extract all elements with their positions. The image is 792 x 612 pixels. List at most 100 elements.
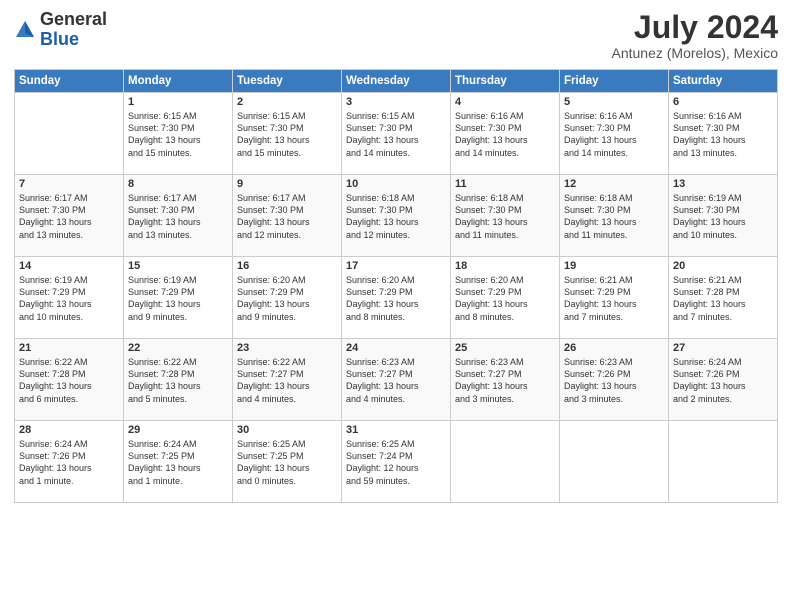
- day-info: Sunrise: 6:18 AM Sunset: 7:30 PM Dayligh…: [564, 192, 664, 241]
- col-header-sunday: Sunday: [15, 70, 124, 93]
- title-block: July 2024 Antunez (Morelos), Mexico: [611, 10, 778, 61]
- day-info: Sunrise: 6:17 AM Sunset: 7:30 PM Dayligh…: [19, 192, 119, 241]
- day-number: 31: [346, 424, 446, 436]
- week-row-5: 28 Sunrise: 6:24 AM Sunset: 7:26 PM Dayli…: [15, 421, 778, 503]
- day-number: 5: [564, 96, 664, 108]
- day-cell: 15 Sunrise: 6:19 AM Sunset: 7:29 PM Dayli…: [124, 257, 233, 339]
- day-cell: 8 Sunrise: 6:17 AM Sunset: 7:30 PM Daylig…: [124, 175, 233, 257]
- day-cell: 1Sunrise: 6:15 AM Sunset: 7:30 PM Daylig…: [124, 93, 233, 175]
- day-cell: 31 Sunrise: 6:25 AM Sunset: 7:24 PM Dayli…: [342, 421, 451, 503]
- day-cell: 13 Sunrise: 6:19 AM Sunset: 7:30 PM Dayli…: [669, 175, 778, 257]
- day-info: Sunrise: 6:15 AM Sunset: 7:30 PM Dayligh…: [128, 110, 228, 159]
- day-info: Sunrise: 6:19 AM Sunset: 7:29 PM Dayligh…: [128, 274, 228, 323]
- day-cell: 21 Sunrise: 6:22 AM Sunset: 7:28 PM Dayli…: [15, 339, 124, 421]
- day-cell: 23 Sunrise: 6:22 AM Sunset: 7:27 PM Dayli…: [233, 339, 342, 421]
- day-cell: [451, 421, 560, 503]
- day-cell: 7 Sunrise: 6:17 AM Sunset: 7:30 PM Daylig…: [15, 175, 124, 257]
- day-number: 6: [673, 96, 773, 108]
- day-number: 15: [128, 260, 228, 272]
- day-number: 22: [128, 342, 228, 354]
- day-cell: 27 Sunrise: 6:24 AM Sunset: 7:26 PM Dayli…: [669, 339, 778, 421]
- day-info: Sunrise: 6:24 AM Sunset: 7:25 PM Dayligh…: [128, 438, 228, 487]
- day-cell: 29 Sunrise: 6:24 AM Sunset: 7:25 PM Dayli…: [124, 421, 233, 503]
- day-info: Sunrise: 6:20 AM Sunset: 7:29 PM Dayligh…: [237, 274, 337, 323]
- day-info: Sunrise: 6:22 AM Sunset: 7:27 PM Dayligh…: [237, 356, 337, 405]
- logo-icon: [14, 19, 36, 41]
- col-header-monday: Monday: [124, 70, 233, 93]
- day-cell: 6Sunrise: 6:16 AM Sunset: 7:30 PM Daylig…: [669, 93, 778, 175]
- calendar-subtitle: Antunez (Morelos), Mexico: [611, 45, 778, 61]
- calendar-table: SundayMondayTuesdayWednesdayThursdayFrid…: [14, 69, 778, 503]
- logo: General Blue: [14, 10, 107, 50]
- day-info: Sunrise: 6:24 AM Sunset: 7:26 PM Dayligh…: [19, 438, 119, 487]
- day-cell: 19 Sunrise: 6:21 AM Sunset: 7:29 PM Dayli…: [560, 257, 669, 339]
- day-cell: 17Sunrise: 6:20 AM Sunset: 7:29 PM Dayli…: [342, 257, 451, 339]
- day-number: 29: [128, 424, 228, 436]
- day-number: 26: [564, 342, 664, 354]
- col-header-tuesday: Tuesday: [233, 70, 342, 93]
- day-info: Sunrise: 6:25 AM Sunset: 7:25 PM Dayligh…: [237, 438, 337, 487]
- day-info: Sunrise: 6:23 AM Sunset: 7:26 PM Dayligh…: [564, 356, 664, 405]
- day-number: 13: [673, 178, 773, 190]
- day-cell: 22 Sunrise: 6:22 AM Sunset: 7:28 PM Dayli…: [124, 339, 233, 421]
- day-cell: 11 Sunrise: 6:18 AM Sunset: 7:30 PM Dayli…: [451, 175, 560, 257]
- day-number: 14: [19, 260, 119, 272]
- day-info: Sunrise: 6:19 AM Sunset: 7:30 PM Dayligh…: [673, 192, 773, 241]
- header: General Blue July 2024 Antunez (Morelos)…: [14, 10, 778, 61]
- week-row-3: 14 Sunrise: 6:19 AM Sunset: 7:29 PM Dayli…: [15, 257, 778, 339]
- day-info: Sunrise: 6:15 AM Sunset: 7:30 PM Dayligh…: [346, 110, 446, 159]
- day-info: Sunrise: 6:17 AM Sunset: 7:30 PM Dayligh…: [128, 192, 228, 241]
- day-info: Sunrise: 6:22 AM Sunset: 7:28 PM Dayligh…: [19, 356, 119, 405]
- day-info: Sunrise: 6:22 AM Sunset: 7:28 PM Dayligh…: [128, 356, 228, 405]
- calendar-title: July 2024: [611, 10, 778, 45]
- col-header-saturday: Saturday: [669, 70, 778, 93]
- day-cell: 10Sunrise: 6:18 AM Sunset: 7:30 PM Dayli…: [342, 175, 451, 257]
- day-info: Sunrise: 6:21 AM Sunset: 7:28 PM Dayligh…: [673, 274, 773, 323]
- day-info: Sunrise: 6:23 AM Sunset: 7:27 PM Dayligh…: [455, 356, 555, 405]
- day-cell: 20Sunrise: 6:21 AM Sunset: 7:28 PM Dayli…: [669, 257, 778, 339]
- header-row: SundayMondayTuesdayWednesdayThursdayFrid…: [15, 70, 778, 93]
- week-row-2: 7 Sunrise: 6:17 AM Sunset: 7:30 PM Daylig…: [15, 175, 778, 257]
- day-number: 27: [673, 342, 773, 354]
- day-number: 12: [564, 178, 664, 190]
- day-number: 30: [237, 424, 337, 436]
- day-cell: [669, 421, 778, 503]
- day-cell: 4Sunrise: 6:16 AM Sunset: 7:30 PM Daylig…: [451, 93, 560, 175]
- day-number: 8: [128, 178, 228, 190]
- day-cell: 2Sunrise: 6:15 AM Sunset: 7:30 PM Daylig…: [233, 93, 342, 175]
- day-cell: 3 Sunrise: 6:15 AM Sunset: 7:30 PM Daylig…: [342, 93, 451, 175]
- day-cell: 14Sunrise: 6:19 AM Sunset: 7:29 PM Dayli…: [15, 257, 124, 339]
- day-number: 11: [455, 178, 555, 190]
- col-header-thursday: Thursday: [451, 70, 560, 93]
- day-cell: 18Sunrise: 6:20 AM Sunset: 7:29 PM Dayli…: [451, 257, 560, 339]
- day-info: Sunrise: 6:18 AM Sunset: 7:30 PM Dayligh…: [455, 192, 555, 241]
- logo-text: General Blue: [40, 10, 107, 50]
- day-info: Sunrise: 6:21 AM Sunset: 7:29 PM Dayligh…: [564, 274, 664, 323]
- col-header-friday: Friday: [560, 70, 669, 93]
- col-header-wednesday: Wednesday: [342, 70, 451, 93]
- day-info: Sunrise: 6:25 AM Sunset: 7:24 PM Dayligh…: [346, 438, 446, 487]
- day-info: Sunrise: 6:16 AM Sunset: 7:30 PM Dayligh…: [455, 110, 555, 159]
- day-cell: 24Sunrise: 6:23 AM Sunset: 7:27 PM Dayli…: [342, 339, 451, 421]
- day-info: Sunrise: 6:17 AM Sunset: 7:30 PM Dayligh…: [237, 192, 337, 241]
- day-cell: 5Sunrise: 6:16 AM Sunset: 7:30 PM Daylig…: [560, 93, 669, 175]
- day-number: 21: [19, 342, 119, 354]
- day-number: 23: [237, 342, 337, 354]
- day-number: 28: [19, 424, 119, 436]
- day-cell: 9 Sunrise: 6:17 AM Sunset: 7:30 PM Daylig…: [233, 175, 342, 257]
- day-info: Sunrise: 6:20 AM Sunset: 7:29 PM Dayligh…: [455, 274, 555, 323]
- day-cell: [560, 421, 669, 503]
- day-info: Sunrise: 6:24 AM Sunset: 7:26 PM Dayligh…: [673, 356, 773, 405]
- page: General Blue July 2024 Antunez (Morelos)…: [0, 0, 792, 612]
- day-number: 25: [455, 342, 555, 354]
- day-number: 24: [346, 342, 446, 354]
- day-number: 7: [19, 178, 119, 190]
- day-number: 9: [237, 178, 337, 190]
- day-cell: [15, 93, 124, 175]
- day-number: 3: [346, 96, 446, 108]
- day-cell: 30 Sunrise: 6:25 AM Sunset: 7:25 PM Dayli…: [233, 421, 342, 503]
- week-row-4: 21 Sunrise: 6:22 AM Sunset: 7:28 PM Dayli…: [15, 339, 778, 421]
- day-number: 2: [237, 96, 337, 108]
- day-number: 19: [564, 260, 664, 272]
- week-row-1: 1Sunrise: 6:15 AM Sunset: 7:30 PM Daylig…: [15, 93, 778, 175]
